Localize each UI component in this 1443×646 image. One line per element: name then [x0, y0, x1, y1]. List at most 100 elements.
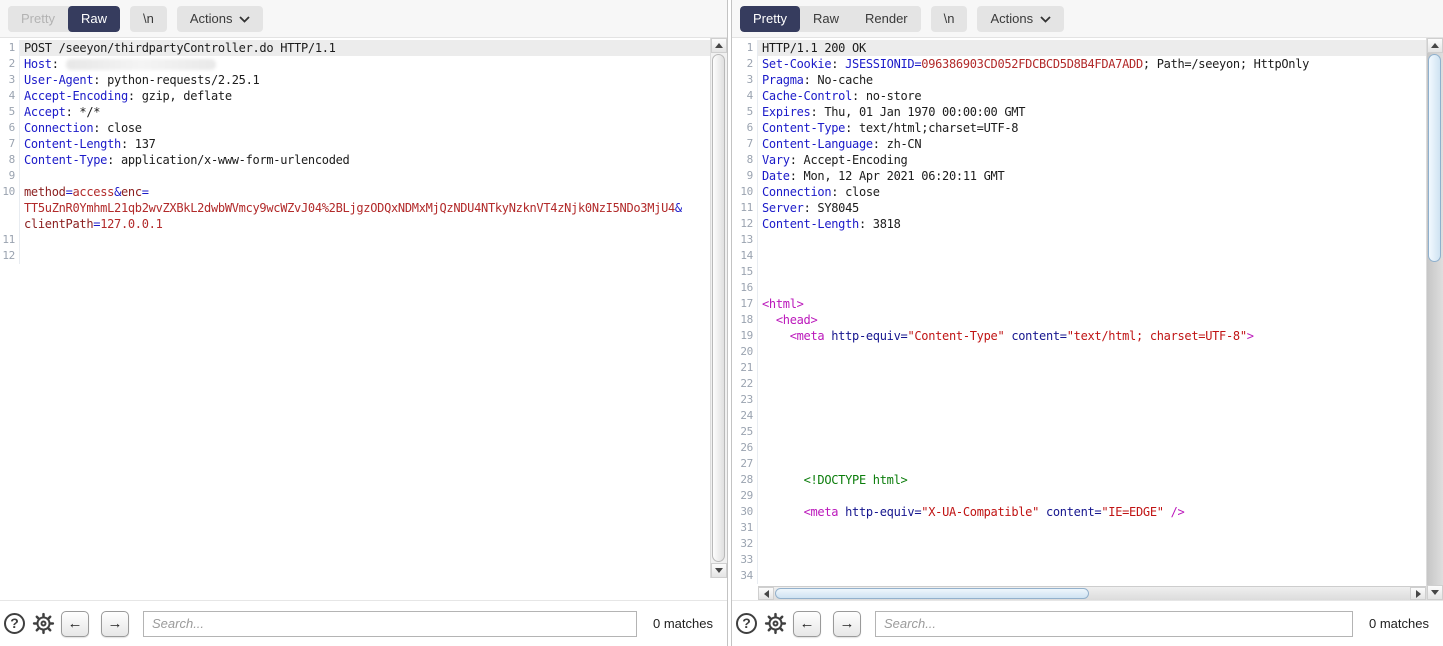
response-newline-toggle-button[interactable]: \n [931, 6, 968, 32]
response-render-button[interactable]: Render [852, 6, 921, 32]
code-line: 6Content-Type: text/html;charset=UTF-8 [732, 120, 1426, 136]
code-text: Host: [20, 56, 710, 72]
request-search-input[interactable] [143, 611, 637, 637]
scroll-left-button[interactable] [758, 587, 774, 600]
line-number: 33 [732, 552, 758, 568]
code-line: 7Content-Language: zh-CN [732, 136, 1426, 152]
code-text: Connection: close [20, 120, 710, 136]
response-scrollbar-thumb[interactable] [1428, 54, 1441, 262]
request-editor[interactable]: 1POST /seeyon/thirdpartyController.do HT… [0, 38, 727, 578]
scroll-down-button[interactable] [711, 563, 727, 578]
code-line: 12 [0, 248, 710, 264]
code-line: 26 [732, 440, 1426, 456]
chevron-down-icon [1040, 12, 1051, 26]
arrow-left-icon: ← [800, 615, 815, 632]
next-match-button[interactable]: → [833, 611, 861, 637]
scroll-up-button[interactable] [711, 38, 727, 53]
triangle-up-icon [1431, 43, 1439, 48]
code-text [758, 456, 1426, 472]
request-scrollbar-thumb[interactable] [712, 54, 725, 562]
code-line: 9Date: Mon, 12 Apr 2021 06:20:11 GMT [732, 168, 1426, 184]
request-raw-button[interactable]: Raw [68, 6, 120, 32]
help-icon[interactable]: ? [736, 613, 757, 634]
scroll-right-button[interactable] [1410, 587, 1426, 600]
code-text: Content-Length: 3818 [758, 216, 1426, 232]
code-line: 24 [732, 408, 1426, 424]
triangle-left-icon [764, 590, 769, 598]
code-line: 16 [732, 280, 1426, 296]
response-view-mode-group: Pretty Raw Render [740, 6, 921, 32]
code-line: 33 [732, 552, 1426, 568]
request-match-count: 0 matches [653, 616, 713, 631]
scroll-up-button[interactable] [1427, 38, 1443, 53]
code-line: 5Expires: Thu, 01 Jan 1970 00:00:00 GMT [732, 104, 1426, 120]
code-text [758, 536, 1426, 552]
line-number: 2 [0, 56, 20, 72]
code-text [758, 248, 1426, 264]
line-number: 22 [732, 376, 758, 392]
line-number: 16 [732, 280, 758, 296]
request-vertical-scrollbar[interactable] [710, 38, 727, 578]
line-number: 25 [732, 424, 758, 440]
code-text: <head> [758, 312, 1426, 328]
response-pretty-button[interactable]: Pretty [740, 6, 800, 32]
code-text: clientPath=127.0.0.1 [20, 216, 710, 232]
help-icon[interactable]: ? [4, 613, 25, 634]
request-pretty-button[interactable]: Pretty [8, 6, 68, 32]
code-line: 10Connection: close [732, 184, 1426, 200]
response-match-count: 0 matches [1369, 616, 1429, 631]
code-text: Vary: Accept-Encoding [758, 152, 1426, 168]
code-line: 22 [732, 376, 1426, 392]
code-text [758, 568, 1426, 584]
line-number: 5 [0, 104, 20, 120]
line-number: 3 [732, 72, 758, 88]
code-text: HTTP/1.1 200 OK [758, 40, 1426, 56]
response-search-bar: ? ← → 0 matches [732, 600, 1443, 646]
response-hscrollbar-thumb[interactable] [775, 588, 1089, 599]
response-editor[interactable]: 1HTTP/1.1 200 OK2Set-Cookie: JSESSIONID=… [732, 38, 1443, 600]
line-number: 6 [732, 120, 758, 136]
line-number: 31 [732, 520, 758, 536]
line-number: 28 [732, 472, 758, 488]
code-text [758, 408, 1426, 424]
gear-icon[interactable] [31, 612, 55, 636]
response-horizontal-scrollbar[interactable] [758, 586, 1426, 600]
scroll-down-button[interactable] [1427, 585, 1443, 600]
line-number: 10 [732, 184, 758, 200]
line-number: 21 [732, 360, 758, 376]
request-actions-button[interactable]: Actions [177, 6, 264, 32]
request-newline-toggle-button[interactable]: \n [130, 6, 167, 32]
code-line: clientPath=127.0.0.1 [0, 216, 710, 232]
response-raw-button[interactable]: Raw [800, 6, 852, 32]
code-line: 11Server: SY8045 [732, 200, 1426, 216]
code-text [758, 520, 1426, 536]
next-match-button[interactable]: → [101, 611, 129, 637]
code-text [758, 376, 1426, 392]
code-text: <!DOCTYPE html> [758, 472, 1426, 488]
triangle-down-icon [1431, 590, 1439, 595]
previous-match-button[interactable]: ← [61, 611, 89, 637]
previous-match-button[interactable]: ← [793, 611, 821, 637]
code-text [758, 440, 1426, 456]
gear-icon[interactable] [763, 612, 787, 636]
code-text: Accept: */* [20, 104, 710, 120]
response-vertical-scrollbar[interactable] [1426, 38, 1443, 600]
code-text [758, 232, 1426, 248]
arrow-right-icon: → [108, 615, 123, 632]
code-text: method=access&enc= [20, 184, 710, 200]
code-line: 20 [732, 344, 1426, 360]
code-text: <meta http-equiv="Content-Type" content=… [758, 328, 1426, 344]
line-number: 30 [732, 504, 758, 520]
code-text: <html> [758, 296, 1426, 312]
line-number: 29 [732, 488, 758, 504]
line-number: 17 [732, 296, 758, 312]
line-number: 4 [0, 88, 20, 104]
code-line: 31 [732, 520, 1426, 536]
code-text [758, 552, 1426, 568]
response-search-input[interactable] [875, 611, 1353, 637]
line-number: 20 [732, 344, 758, 360]
code-line: 8Content-Type: application/x-www-form-ur… [0, 152, 710, 168]
response-actions-button[interactable]: Actions [977, 6, 1064, 32]
code-text: Connection: close [758, 184, 1426, 200]
code-line: 18 <head> [732, 312, 1426, 328]
